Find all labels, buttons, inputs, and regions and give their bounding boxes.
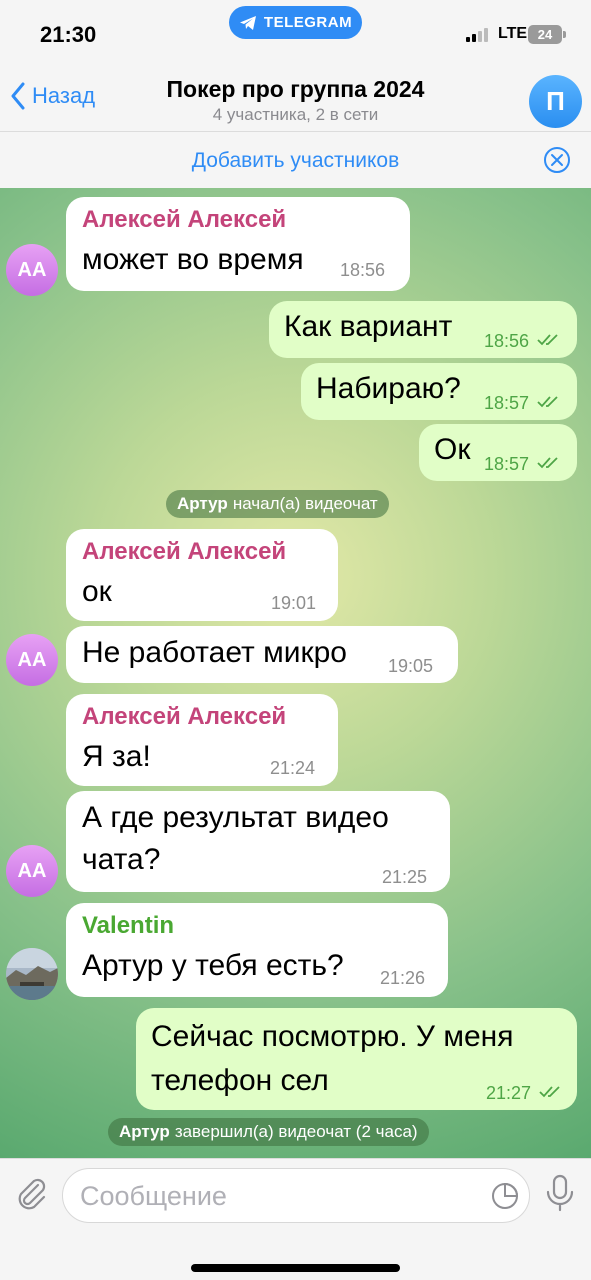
message-time: 18:57 — [484, 454, 530, 474]
message-bubble[interactable]: Алексей Алексей ок 19:01 — [66, 529, 338, 621]
message-time: 21:24 — [270, 758, 316, 778]
avatar[interactable]: АА — [6, 845, 58, 897]
telegram-icon — [239, 15, 256, 30]
message-bubble[interactable]: Valentin Артур у тебя есть? 21:26 — [66, 903, 448, 997]
avatar[interactable]: АА — [6, 634, 58, 686]
double-check-icon — [537, 334, 558, 346]
message-text: А где результат видео — [82, 801, 389, 834]
chat-subtitle: 4 участника, 2 в сети — [212, 105, 379, 124]
battery-level: 24 — [537, 27, 553, 42]
telegram-pill[interactable]: TELEGRAM — [229, 6, 362, 39]
add-members-bar: Добавить участников — [0, 131, 591, 188]
group-avatar[interactable]: П — [529, 75, 582, 128]
message-time: 21:26 — [380, 968, 426, 988]
microphone-icon[interactable] — [545, 1174, 575, 1212]
avatar[interactable]: АА — [6, 244, 58, 296]
message-bubble[interactable]: Как вариант 18:56 — [269, 301, 577, 358]
status-bar: 21:30 TELEGRAM LTE 24 — [0, 0, 591, 70]
message-time: 19:01 — [271, 593, 317, 613]
message-bubble[interactable]: Не работает микро 19:05 — [66, 626, 458, 683]
message-text: Я за! — [82, 740, 151, 773]
network-label: LTE — [498, 25, 528, 42]
status-time: 21:30 — [40, 22, 97, 47]
message-input[interactable]: Сообщение — [62, 1168, 530, 1223]
service-message: Артур начал(а) видеочат — [166, 490, 389, 518]
avatar-initials: АА — [17, 258, 47, 281]
sender-name: Valentin — [82, 912, 175, 939]
double-check-icon — [537, 457, 558, 469]
message-bubble[interactable]: Алексей Алексей Я за! 21:24 — [66, 694, 338, 786]
message-bubble[interactable]: Набираю? 18:57 — [301, 363, 577, 420]
message-text: может во время — [82, 243, 304, 276]
message-text: Не работает микро — [82, 636, 347, 669]
service-message: Артур завершил(а) видеочат (2 часа) — [108, 1118, 429, 1146]
message-text: Сейчас посмотрю. У меня — [151, 1020, 514, 1053]
message-time: 19:05 — [388, 656, 434, 676]
message-bubble[interactable]: А где результат видео чата? 21:25 — [66, 791, 450, 892]
sender-name: Алексей Алексей — [82, 538, 287, 565]
group-avatar-letter: П — [546, 86, 565, 116]
double-check-icon — [539, 1086, 560, 1098]
message-text: ок — [82, 575, 112, 608]
avatar-photo[interactable] — [6, 948, 58, 1000]
message-time: 18:56 — [340, 260, 386, 280]
message-placeholder: Сообщение — [80, 1181, 227, 1211]
service-text: начал(а) видеочат — [232, 494, 378, 513]
chat-header: Назад Покер про группа 2024 4 участника,… — [0, 70, 591, 131]
message-bubble[interactable]: Ок 18:57 — [419, 424, 577, 481]
attach-icon[interactable] — [14, 1175, 48, 1211]
telegram-pill-label: TELEGRAM — [263, 14, 353, 31]
double-check-icon — [537, 396, 558, 408]
message-text: телефон сел — [151, 1064, 329, 1097]
home-indicator — [191, 1264, 400, 1272]
message-text: Ок — [434, 433, 471, 466]
message-text: Артур у тебя есть? — [82, 949, 344, 982]
battery-icon: 24 — [528, 25, 566, 44]
message-time: 21:25 — [382, 867, 428, 887]
avatar-initials: АА — [17, 648, 47, 671]
message-text: Как вариант — [284, 310, 453, 343]
message-bubble[interactable]: Сейчас посмотрю. У меня телефон сел 21:2… — [136, 1008, 577, 1110]
sender-name: Алексей Алексей — [82, 703, 287, 730]
avatar-initials: АА — [17, 859, 47, 882]
sticker-icon[interactable] — [491, 1182, 519, 1210]
signal-icon — [466, 28, 488, 42]
service-text: завершил(а) видеочат (2 часа) — [174, 1122, 418, 1141]
add-members-button[interactable]: Добавить участников — [0, 149, 591, 173]
message-text: Набираю? — [316, 372, 461, 405]
message-time: 18:56 — [484, 331, 530, 351]
chat-area[interactable]: Алексей Алексей может во время 18:56 АА … — [0, 188, 591, 1158]
close-icon[interactable] — [543, 146, 571, 174]
service-actor: Артур — [119, 1122, 170, 1141]
sender-name: Алексей Алексей — [82, 206, 287, 233]
landscape-photo-icon — [6, 948, 58, 1000]
message-time: 18:57 — [484, 393, 530, 413]
message-time: 21:27 — [486, 1083, 532, 1103]
service-actor: Артур — [177, 494, 228, 513]
message-text: чата? — [82, 843, 161, 876]
message-bubble[interactable]: Алексей Алексей может во время 18:56 — [66, 197, 410, 291]
chat-title[interactable]: Покер про группа 2024 — [0, 76, 591, 103]
input-bar: Сообщение — [0, 1158, 591, 1280]
